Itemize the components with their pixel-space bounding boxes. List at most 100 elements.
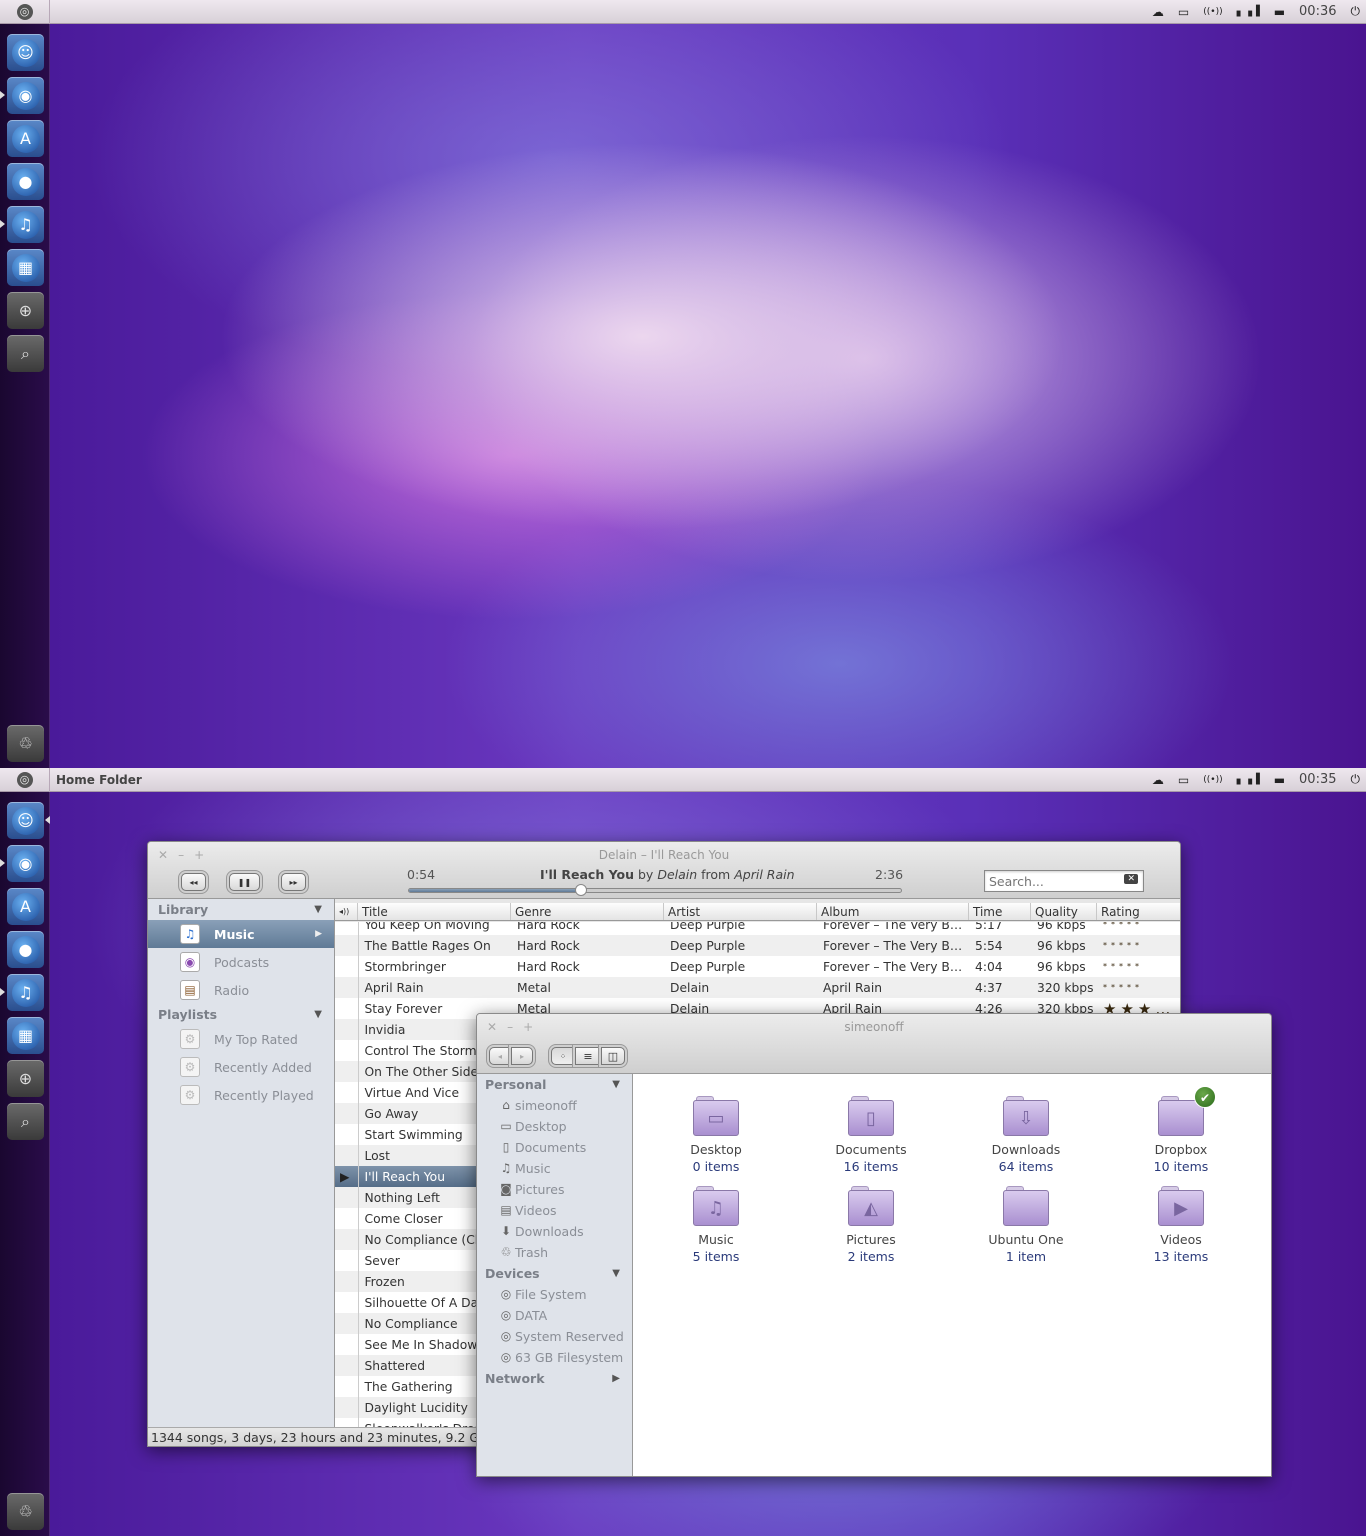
folder-documents[interactable]: ▯ Documents 16 items	[811, 1096, 931, 1174]
place-downloads[interactable]: ⬇ Downloads	[477, 1221, 632, 1242]
cell-rating[interactable]: *****	[1097, 977, 1180, 998]
place-documents[interactable]: ▯ Documents	[477, 1137, 632, 1158]
folder-ubuntu-one[interactable]: Ubuntu One 1 item	[966, 1186, 1086, 1264]
place-videos[interactable]: ▤ Videos	[477, 1200, 632, 1221]
launcher-workspaces[interactable]: ▦	[7, 249, 44, 286]
track-row[interactable]: The Battle Rages On Hard Rock Deep Purple F…	[335, 935, 1180, 956]
launcher-app-store[interactable]: A	[7, 888, 44, 925]
cell-rating[interactable]: *****	[1097, 935, 1180, 956]
folder-music[interactable]: ♫ Music 5 items	[656, 1186, 776, 1264]
column-header-quality[interactable]: Quality	[1031, 903, 1097, 920]
sidebar-item-podcasts[interactable]: ◉ Podcasts	[148, 948, 334, 976]
dash-button[interactable]: ◎	[0, 768, 50, 792]
track-row[interactable]: April Rain Metal Delain April Rain 4:37 320 k…	[335, 977, 1180, 998]
launcher-finder[interactable]: ☺	[7, 802, 44, 839]
column-header-time[interactable]: Time	[969, 903, 1031, 920]
launcher-zoom-search[interactable]: ⌕	[7, 1103, 44, 1140]
track-row[interactable]: You Keep On Moving Hard Rock Deep Purple Fo…	[335, 922, 1180, 935]
power-icon[interactable]: ⏻	[1351, 4, 1361, 19]
folder-dropbox[interactable]: ✔ Dropbox 10 items	[1121, 1086, 1241, 1174]
launcher-music-player[interactable]: ♫	[7, 206, 44, 243]
battery-icon[interactable]: ▭	[1178, 773, 1189, 787]
list-view-button[interactable]: ≡	[575, 1047, 601, 1065]
launcher-zoom-in[interactable]: ⊕	[7, 292, 44, 329]
device-data[interactable]: ◎ DATA	[477, 1305, 632, 1326]
wireless-icon[interactable]: ((•))	[1203, 775, 1222, 785]
place-desktop[interactable]: ▭ Desktop	[477, 1116, 632, 1137]
launcher-zoom-search[interactable]: ⌕	[7, 335, 44, 372]
collapse-arrow-icon[interactable]: ▼	[314, 899, 322, 920]
column-header-title[interactable]: Title	[358, 903, 511, 920]
forward-button[interactable]: ▸	[511, 1047, 533, 1065]
launcher-workspaces[interactable]: ▦	[7, 1017, 44, 1054]
expand-arrow-icon[interactable]: ▶	[315, 929, 322, 939]
launcher-music-player[interactable]: ♫	[7, 974, 44, 1011]
column-header-rating[interactable]: Rating	[1097, 903, 1180, 920]
signal-icon[interactable]: ▖▗▐	[1237, 774, 1260, 785]
place-pictures[interactable]: ◙ Pictures	[477, 1179, 632, 1200]
personal-header[interactable]: Personal ▼	[477, 1074, 632, 1095]
device-system-reserved[interactable]: ◎ System Reserved	[477, 1326, 632, 1347]
place-music[interactable]: ♫ Music	[477, 1158, 632, 1179]
devices-header[interactable]: Devices ▼	[477, 1263, 632, 1284]
playlists-header[interactable]: Playlists ▼	[148, 1004, 334, 1025]
seek-handle[interactable]	[575, 884, 588, 896]
power-icon[interactable]: ⏻	[1351, 772, 1361, 787]
column-header-album[interactable]: Album	[817, 903, 969, 920]
search-field[interactable]: ✕	[984, 870, 1144, 892]
cloud-icon[interactable]: ☁	[1152, 5, 1164, 19]
folder-pictures[interactable]: ◭ Pictures 2 items	[811, 1186, 931, 1264]
cell-rating[interactable]: *****	[1097, 956, 1180, 977]
clock[interactable]: 00:36	[1299, 4, 1336, 19]
seek-bar[interactable]	[408, 884, 902, 896]
launcher-twitter-client[interactable]: ●	[7, 931, 44, 968]
place-simeonoff[interactable]: ⌂ simeonoff	[477, 1095, 632, 1116]
back-button[interactable]: ◂	[489, 1047, 511, 1065]
playlist-item[interactable]: ⚙ My Top Rated	[148, 1025, 334, 1053]
folder-desktop[interactable]: ▭ Desktop 0 items	[656, 1096, 776, 1174]
pause-button[interactable]: ❚❚	[229, 873, 260, 891]
network-header[interactable]: Network ▶	[477, 1368, 632, 1389]
clear-search-icon[interactable]: ✕	[1124, 874, 1138, 884]
clock[interactable]: 00:35	[1299, 772, 1336, 787]
folder-videos[interactable]: ▶ Videos 13 items	[1121, 1186, 1241, 1264]
place-trash[interactable]: ♲ Trash	[477, 1242, 632, 1263]
battery-icon[interactable]: ▭	[1178, 5, 1189, 19]
column-header-genre[interactable]: Genre	[511, 903, 664, 920]
chat-icon[interactable]: ▬	[1274, 5, 1285, 19]
icon-view-button[interactable]: ⁘	[551, 1047, 575, 1065]
signal-icon[interactable]: ▖▗▐	[1237, 6, 1260, 17]
launcher-app-store[interactable]: A	[7, 120, 44, 157]
library-header[interactable]: Library ▼	[148, 899, 334, 920]
track-row[interactable]: Stormbringer Hard Rock Deep Purple Forever …	[335, 956, 1180, 977]
folder-downloads[interactable]: ⇩ Downloads 64 items	[966, 1096, 1086, 1174]
launcher-web-browser[interactable]: ◉	[7, 77, 44, 114]
cell-rating[interactable]: *****	[1097, 922, 1180, 935]
launcher-zoom-in[interactable]: ⊕	[7, 1060, 44, 1097]
collapse-arrow-icon[interactable]: ▼	[314, 1004, 322, 1025]
column-header-artist[interactable]: Artist	[664, 903, 817, 920]
dash-button[interactable]: ◎	[0, 0, 50, 24]
launcher-trash[interactable]: ♲	[7, 725, 44, 762]
playlist-item[interactable]: ⚙ Recently Played	[148, 1081, 334, 1109]
playlist-item[interactable]: ⚙ Recently Added	[148, 1053, 334, 1081]
sidebar-item-radio[interactable]: ▤ Radio	[148, 976, 334, 1004]
column-view-button[interactable]: ◫	[601, 1047, 625, 1065]
previous-button[interactable]: ◂◂	[181, 873, 206, 891]
launcher-finder[interactable]: ☺	[7, 34, 44, 71]
chat-icon[interactable]: ▬	[1274, 773, 1285, 787]
expand-arrow-icon[interactable]: ▶	[612, 1368, 620, 1389]
speaker-icon[interactable]: ◂))	[335, 903, 358, 920]
folder-view[interactable]: ▭ Desktop 0 items ▯ Documents 16 items ⇩ Downlo…	[633, 1074, 1271, 1476]
cloud-icon[interactable]: ☁	[1152, 773, 1164, 787]
device-file-system[interactable]: ◎ File System	[477, 1284, 632, 1305]
launcher-twitter-client[interactable]: ●	[7, 163, 44, 200]
wireless-icon[interactable]: ((•))	[1203, 7, 1222, 17]
launcher-web-browser[interactable]: ◉	[7, 845, 44, 882]
search-input[interactable]	[985, 871, 1115, 891]
sidebar-item-music[interactable]: ♫ Music ▶	[148, 920, 334, 948]
device-63-gb-filesystem[interactable]: ◎ 63 GB Filesystem	[477, 1347, 632, 1368]
collapse-arrow-icon[interactable]: ▼	[612, 1074, 620, 1095]
collapse-arrow-icon[interactable]: ▼	[612, 1263, 620, 1284]
next-button[interactable]: ▸▸	[281, 873, 306, 891]
